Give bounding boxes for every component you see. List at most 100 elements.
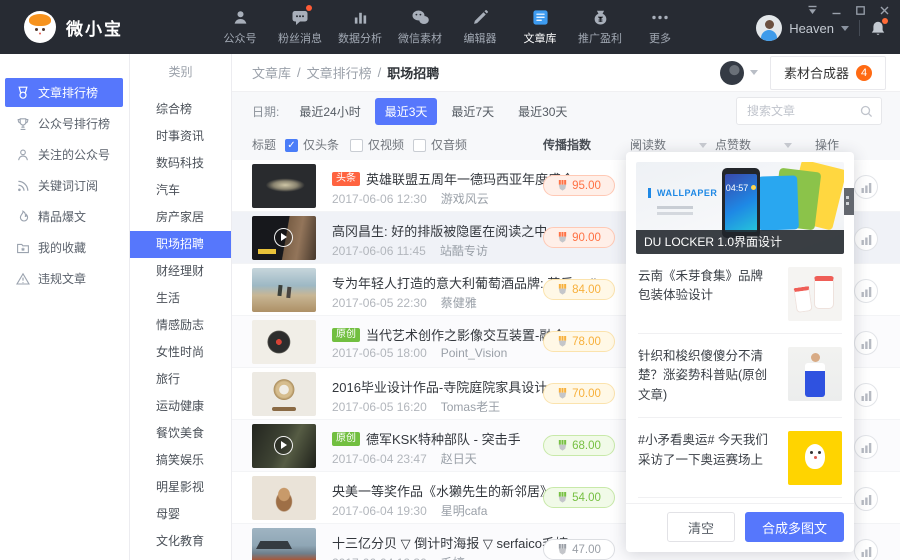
medal-icon (558, 492, 567, 503)
material-item[interactable]: 云南《禾芽食集》品牌包装体验设计 (638, 254, 842, 334)
ellipsis-icon (650, 8, 670, 26)
sort-caret-icon[interactable] (699, 142, 708, 148)
nav-more[interactable]: 更多 (630, 0, 690, 54)
nav-article-library[interactable]: 文章库 (510, 0, 570, 54)
nav-wechat-material[interactable]: 微信素材 (390, 0, 450, 54)
category-item[interactable]: 明星影视 (130, 474, 231, 501)
warning-triangle-icon (16, 272, 30, 285)
selected-materials-list: 云南《禾芽食集》品牌包装体验设计 针织和梭织傻傻分不清楚？涨姿势科普贴(原创文章… (626, 254, 854, 503)
filter-video-only[interactable]: 仅视频 (350, 130, 404, 160)
breadcrumb-parent[interactable]: 文章排行榜 (307, 63, 372, 82)
article-meta: 2017-06-05 18:00 Point_Vision (332, 346, 508, 360)
category-item[interactable]: 生活 (130, 285, 231, 312)
sidebar-item-article-ranking[interactable]: 文章排行榜 (5, 78, 123, 107)
bar-chart-icon (352, 8, 369, 26)
search-box[interactable] (736, 97, 882, 125)
date-filter-label: 日期: (252, 104, 280, 119)
checkbox-audio-only[interactable] (413, 138, 426, 152)
date-filter-24h[interactable]: 最近24小时 (289, 98, 370, 125)
checkbox-headline-only[interactable] (285, 138, 298, 152)
sidebar-item-my-favorites[interactable]: 我的收藏 (5, 233, 123, 262)
material-title: 云南《禾芽食集》品牌包装体验设计 (638, 269, 764, 303)
trend-chart-button[interactable] (854, 175, 878, 199)
composer-avatar[interactable] (719, 60, 744, 85)
category-item[interactable]: 房产家居 (130, 204, 231, 231)
material-item[interactable]: #小矛看奥运# 今天我们采访了一下奥运赛场上 (638, 418, 842, 499)
user-menu[interactable]: Heaven (756, 12, 888, 44)
article-title[interactable]: 高冈昌生: 好的排版被隐匿在阅读之中 (332, 221, 547, 240)
date-filter-30d[interactable]: 最近30天 (508, 98, 577, 125)
article-title[interactable]: 当代艺术创作之影像交互装置-融合 (366, 325, 565, 344)
panel-footer: 清空 合成多图文 (626, 503, 854, 552)
article-thumbnail (252, 216, 316, 260)
article-title[interactable]: 德军KSK特种部队 - 突击手 (366, 429, 521, 448)
article-title[interactable]: 十三亿分贝 ▽ 倒计时海报 ▽ serfaico毛婷 (332, 533, 568, 552)
sidebar-item-followed-accounts[interactable]: 关注的公众号 (5, 140, 123, 169)
medal-icon (558, 232, 567, 243)
article-thumbnail (252, 528, 316, 560)
category-item[interactable]: 餐饮美食 (130, 420, 231, 447)
trend-chart-button[interactable] (854, 279, 878, 303)
trend-chart-button[interactable] (854, 539, 878, 560)
category-item[interactable]: 运动健康 (130, 393, 231, 420)
sidebar: 文章排行榜 公众号排行榜 关注的公众号 关键词订阅 精品爆文 我的收藏 违规文章 (0, 54, 130, 560)
category-item[interactable]: 搞笑娱乐 (130, 447, 231, 474)
category-item[interactable]: 汽车 (130, 177, 231, 204)
category-item[interactable]: 综合榜 (130, 96, 231, 123)
filter-audio-only[interactable]: 仅音频 (413, 130, 467, 160)
sort-caret-icon[interactable] (784, 142, 793, 148)
breadcrumb-root[interactable]: 文章库 (252, 63, 291, 82)
trend-chart-button[interactable] (854, 487, 878, 511)
medal-icon (558, 544, 567, 555)
mini-bars-icon (861, 442, 871, 453)
material-title: #小矛看奥运# 今天我们采访了一下奥运赛场上 (638, 433, 768, 467)
compose-multi-article-button[interactable]: 合成多图文 (744, 512, 844, 542)
trend-chart-button[interactable] (854, 435, 878, 459)
trend-chart-button[interactable] (854, 331, 878, 355)
sidebar-item-hot-articles[interactable]: 精品爆文 (5, 202, 123, 231)
category-item[interactable]: 母婴 (130, 501, 231, 528)
date-filter-3d[interactable]: 最近3天 (374, 97, 438, 125)
date-filter-7d[interactable]: 最近7天 (441, 98, 504, 125)
category-item[interactable]: 旅行 (130, 366, 231, 393)
nav-official-accounts[interactable]: 公众号 (210, 0, 270, 54)
search-icon (860, 105, 873, 117)
checkbox-video-only[interactable] (350, 138, 363, 152)
category-item-active[interactable]: 职场招聘 (130, 231, 231, 258)
spread-score-badge: 78.00 (543, 331, 615, 352)
nav-promotion-profit[interactable]: 推广盈利 (570, 0, 630, 54)
medal-icon (558, 336, 567, 347)
filter-headline-only[interactable]: 仅头条 (285, 130, 339, 160)
category-item[interactable]: 财经理财 (130, 258, 231, 285)
breadcrumb-current: 职场招聘 (387, 66, 440, 81)
nav-data-analysis[interactable]: 数据分析 (330, 0, 390, 54)
material-item[interactable]: 针织和梭织傻傻分不清楚？涨姿势科普贴(原创文章) (638, 334, 842, 419)
category-item[interactable]: 时事资讯 (130, 123, 231, 150)
material-composer-button[interactable]: 素材合成器 4 (769, 55, 886, 90)
category-item[interactable]: 情感励志 (130, 312, 231, 339)
article-title[interactable]: 央美一等奖作品《水獭先生的新邻居》 (332, 481, 553, 500)
rss-icon (18, 180, 29, 191)
sidebar-item-keyword-subscription[interactable]: 关键词订阅 (5, 171, 123, 200)
sidebar-item-account-ranking[interactable]: 公众号排行榜 (5, 109, 123, 138)
material-thumbnail (788, 267, 842, 321)
user-avatar (756, 15, 783, 41)
mini-bars-icon (861, 182, 871, 193)
category-item[interactable]: 文化教育 (130, 528, 231, 555)
article-title[interactable]: 2016毕业设计作品-寺院庭院家具设计 (332, 377, 547, 396)
category-item[interactable]: 数码科技 (130, 150, 231, 177)
featured-material-card[interactable]: 04:57 WALLPAPER DU LOCKER 1.0界面设计 (636, 162, 844, 254)
mini-bars-icon (861, 338, 871, 349)
category-item[interactable]: 女性时尚 (130, 339, 231, 366)
notifications-bell-button[interactable] (870, 17, 888, 37)
search-input[interactable] (745, 103, 854, 119)
medal-icon (18, 86, 28, 99)
clear-button[interactable]: 清空 (666, 512, 735, 542)
trend-chart-button[interactable] (854, 383, 878, 407)
article-meta: 2017-06-04 19:30 星明cafa (332, 504, 488, 518)
nav-fan-messages[interactable]: 粉丝消息 (270, 0, 330, 54)
sidebar-item-violation-articles[interactable]: 违规文章 (5, 264, 123, 293)
nav-editor[interactable]: 编辑器 (450, 0, 510, 54)
trend-chart-button[interactable] (854, 227, 878, 251)
wechat-icon (411, 8, 430, 26)
